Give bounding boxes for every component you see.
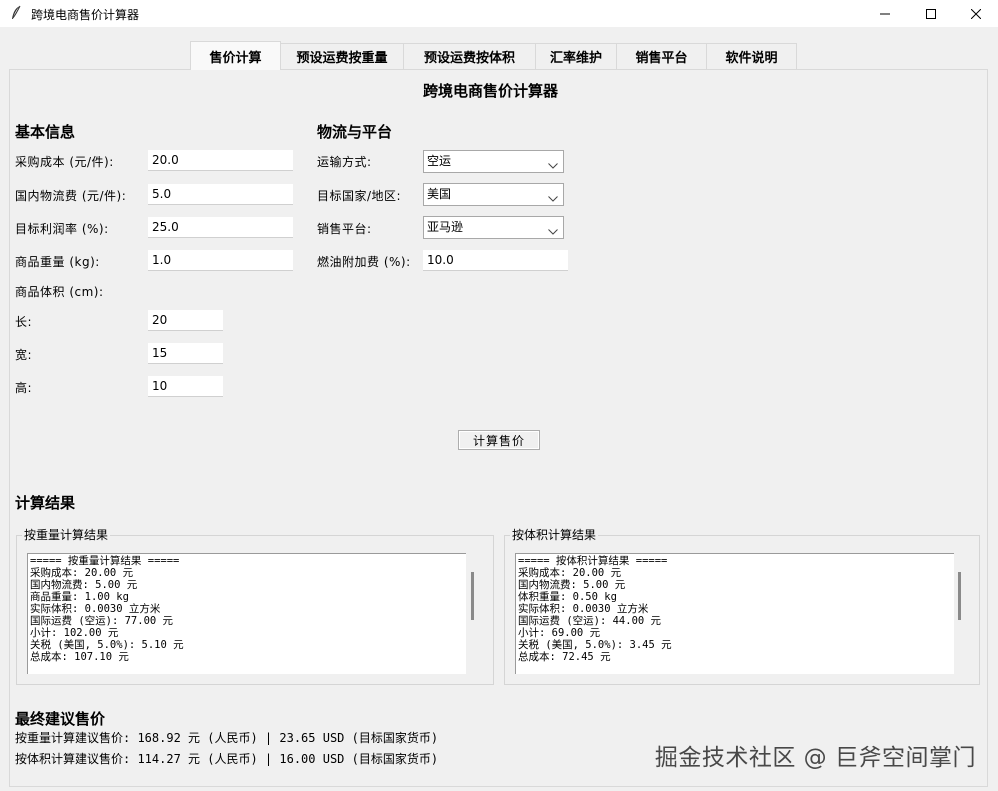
weight-result-text[interactable]: ===== 按重量计算结果 ===== 采购成本: 20.00 元 国内物流费:… xyxy=(27,553,466,674)
result-line: 采购成本: 20.00 元 xyxy=(30,567,134,579)
width-label: 宽: xyxy=(15,348,33,362)
purchase-cost-input[interactable]: 20.0 xyxy=(148,150,293,171)
domestic-shipping-input[interactable]: 5.0 xyxy=(148,184,293,205)
result-line: 总成本: 72.45 元 xyxy=(518,651,611,663)
weight-label: 商品重量 (kg): xyxy=(15,255,100,269)
close-button[interactable] xyxy=(953,0,998,27)
final-price-heading: 最终建议售价 xyxy=(15,710,106,728)
logistics-heading: 物流与平台 xyxy=(317,123,393,141)
purchase-cost-label: 采购成本 (元/件): xyxy=(15,155,114,169)
minimize-icon xyxy=(880,9,890,19)
shipping-method-label: 运输方式: xyxy=(317,155,372,169)
tab-shipping-by-volume[interactable]: 预设运费按体积 xyxy=(403,43,536,69)
result-line: 小计: 102.00 元 xyxy=(30,627,119,639)
country-select[interactable]: 美国 xyxy=(423,183,564,206)
platform-select[interactable]: 亚马逊 xyxy=(423,216,564,239)
volume-result-scrollbar[interactable] xyxy=(958,572,961,620)
final-price-by-weight: 按重量计算建议售价: 168.92 元 (人民币) | 23.65 USD (目… xyxy=(15,731,439,745)
volume-result-title: 按体积计算结果 xyxy=(510,526,599,543)
result-line: 实际体积: 0.0030 立方米 xyxy=(518,603,649,615)
height-input[interactable]: 10 xyxy=(148,376,223,397)
platform-label: 销售平台: xyxy=(317,222,372,236)
tab-software-info[interactable]: 软件说明 xyxy=(706,43,797,69)
chevron-down-icon xyxy=(548,224,558,239)
result-line: ===== 按重量计算结果 ===== xyxy=(30,555,180,567)
feather-icon xyxy=(9,5,23,21)
results-heading: 计算结果 xyxy=(15,494,76,512)
result-line: 体积重量: 0.50 kg xyxy=(518,591,617,603)
weight-result-title: 按重量计算结果 xyxy=(22,526,111,543)
result-line: 小计: 69.00 元 xyxy=(518,627,601,639)
watermark: 掘金技术社区 @ 巨斧空间掌门 xyxy=(654,745,976,771)
minimize-button[interactable] xyxy=(862,0,908,27)
tab-price-calc[interactable]: 售价计算 xyxy=(190,41,281,70)
window-title: 跨境电商售价计算器 xyxy=(31,8,140,22)
final-price-by-volume: 按体积计算建议售价: 114.27 元 (人民币) | 16.00 USD (目… xyxy=(15,752,439,766)
maximize-icon xyxy=(926,8,936,19)
calculate-button[interactable]: 计算售价 xyxy=(458,430,540,450)
profit-rate-input[interactable]: 25.0 xyxy=(148,217,293,238)
shipping-method-select[interactable]: 空运 xyxy=(423,150,564,173)
result-line: ===== 按体积计算结果 ===== xyxy=(518,555,668,567)
result-line: 总成本: 107.10 元 xyxy=(30,651,129,663)
tab-sales-platform[interactable]: 销售平台 xyxy=(616,43,707,69)
country-label: 目标国家/地区: xyxy=(317,189,402,203)
close-icon xyxy=(971,8,981,19)
tab-shipping-by-weight[interactable]: 预设运费按重量 xyxy=(280,43,404,69)
fuel-surcharge-input[interactable]: 10.0 xyxy=(423,250,568,271)
title-bar: 跨境电商售价计算器 xyxy=(0,0,998,27)
profit-rate-label: 目标利润率 (%): xyxy=(15,222,109,236)
result-line: 国内物流费: 5.00 元 xyxy=(30,579,138,591)
result-line: 国际运费 (空运): 44.00 元 xyxy=(518,615,662,627)
platform-value: 亚马逊 xyxy=(427,220,464,234)
height-label: 高: xyxy=(15,381,33,395)
domestic-shipping-label: 国内物流费 (元/件): xyxy=(15,189,127,203)
weight-result-scrollbar[interactable] xyxy=(471,572,474,620)
country-value: 美国 xyxy=(427,187,452,201)
volume-label: 商品体积 (cm): xyxy=(15,285,104,299)
shipping-method-value: 空运 xyxy=(427,154,452,168)
result-line: 商品重量: 1.00 kg xyxy=(30,591,129,603)
volume-result-text[interactable]: ===== 按体积计算结果 ===== 采购成本: 20.00 元 国内物流费:… xyxy=(515,553,954,674)
tab-exchange-rate[interactable]: 汇率维护 xyxy=(535,43,617,69)
weight-input[interactable]: 1.0 xyxy=(148,250,293,271)
chevron-down-icon xyxy=(548,158,558,173)
fuel-surcharge-label: 燃油附加费 (%): xyxy=(317,255,411,269)
length-input[interactable]: 20 xyxy=(148,310,223,331)
result-line: 实际体积: 0.0030 立方米 xyxy=(30,603,161,615)
chevron-down-icon xyxy=(548,191,558,206)
result-line: 国内物流费: 5.00 元 xyxy=(518,579,626,591)
width-input[interactable]: 15 xyxy=(148,343,223,364)
length-label: 长: xyxy=(15,315,33,329)
maximize-button[interactable] xyxy=(908,0,954,27)
basic-info-heading: 基本信息 xyxy=(15,123,76,141)
result-line: 国际运费 (空运): 77.00 元 xyxy=(30,615,174,627)
page-title: 跨境电商售价计算器 xyxy=(423,82,559,100)
result-line: 关税 (美国, 5.0%): 3.45 元 xyxy=(518,639,672,651)
result-line: 关税 (美国, 5.0%): 5.10 元 xyxy=(30,639,184,651)
result-line: 采购成本: 20.00 元 xyxy=(518,567,622,579)
